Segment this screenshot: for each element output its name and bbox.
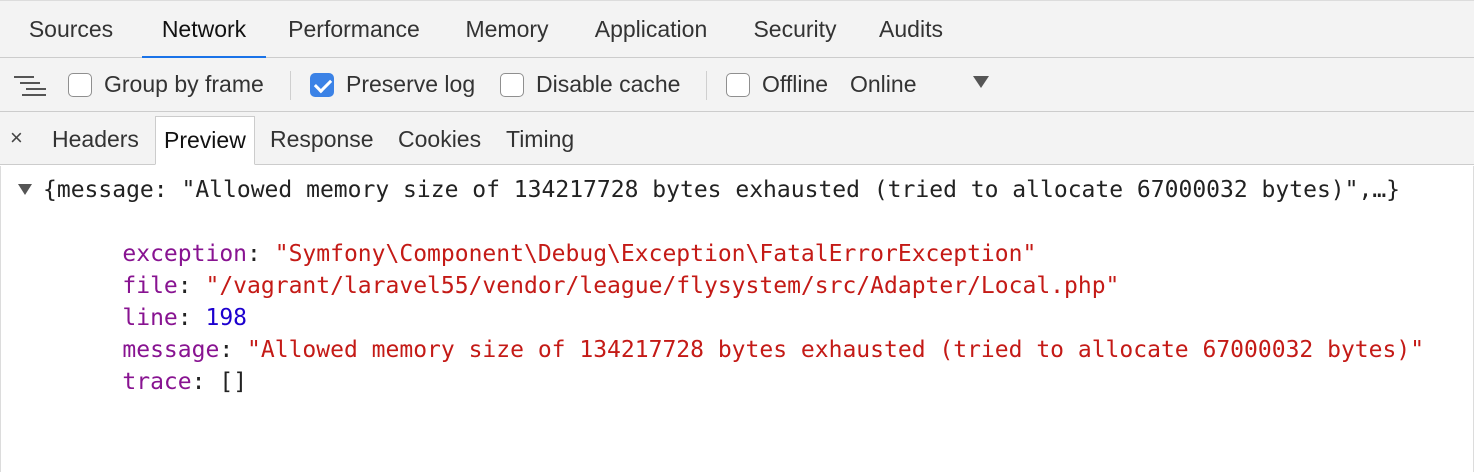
toolbar-divider [706, 71, 707, 100]
throttle-select[interactable]: Online [850, 58, 916, 111]
tab-headers[interactable]: Headers [52, 112, 139, 164]
offline-checkbox[interactable] [726, 73, 750, 97]
object-summary[interactable]: {message: "Allowed memory size of 134217… [43, 174, 1400, 206]
group-by-frame-checkbox[interactable] [68, 73, 92, 97]
tab-performance[interactable]: Performance [280, 1, 428, 58]
tab-memory[interactable]: Memory [457, 1, 557, 58]
json-property-file: file: "/vagrant/laravel55/vendor/league/… [122, 273, 1120, 299]
toolbar-divider [290, 71, 291, 100]
disable-cache-label[interactable]: Disable cache [536, 58, 680, 111]
preserve-log-label[interactable]: Preserve log [346, 58, 475, 111]
chevron-down-icon[interactable] [973, 76, 989, 88]
property-value: "/vagrant/laravel55/vendor/league/flysys… [205, 273, 1120, 299]
preserve-log-checkbox[interactable] [310, 73, 334, 97]
tab-sources[interactable]: Sources [16, 1, 126, 58]
close-icon[interactable]: × [10, 112, 23, 164]
panel-tab-bar: Sources Network Performance Memory Appli… [0, 0, 1474, 59]
tab-network[interactable]: Network [142, 1, 266, 59]
tab-security[interactable]: Security [745, 1, 845, 58]
property-key: trace [122, 369, 192, 395]
offline-label[interactable]: Offline [762, 58, 828, 111]
tab-application[interactable]: Application [585, 1, 717, 58]
json-property-trace: trace: [] [122, 369, 248, 395]
json-property-exception: exception: "Symfony\Component\Debug\Exce… [122, 241, 1037, 267]
tab-preview[interactable]: Preview [155, 116, 255, 165]
network-toolbar: Group by frame Preserve log Disable cach… [0, 58, 1474, 112]
request-detail-tab-bar: × Headers Preview Response Cookies Timin… [0, 112, 1474, 165]
property-value: [] [219, 369, 248, 395]
tab-audits[interactable]: Audits [872, 1, 950, 58]
tab-timing[interactable]: Timing [506, 112, 574, 164]
property-value: "Allowed memory size of 134217728 bytes … [247, 337, 1425, 363]
group-by-frame-label[interactable]: Group by frame [104, 58, 264, 111]
json-property-message: message: "Allowed memory size of 1342177… [122, 337, 1425, 363]
json-property-line: line: 198 [122, 305, 248, 331]
expand-triangle-icon[interactable] [18, 184, 32, 195]
disable-cache-checkbox[interactable] [500, 73, 524, 97]
tab-cookies[interactable]: Cookies [398, 112, 481, 164]
filter-overview-icon[interactable] [14, 76, 46, 96]
json-preview: {message: "Allowed memory size of 134217… [0, 166, 1474, 472]
tab-response[interactable]: Response [270, 112, 374, 164]
